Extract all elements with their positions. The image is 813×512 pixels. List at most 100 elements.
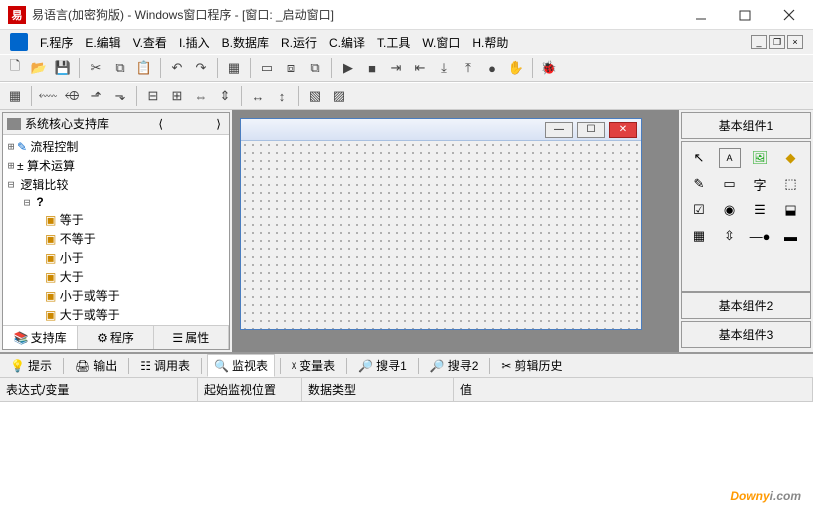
btab-s1[interactable]: 🔎搜寻1 — [352, 355, 413, 376]
toolbox-group-2[interactable]: 基本组件2 — [681, 292, 811, 319]
form-body[interactable] — [241, 141, 641, 329]
step3-icon[interactable]: ⤓ — [433, 57, 455, 79]
bug-icon[interactable]: 🐞 — [538, 57, 560, 79]
center-v-icon[interactable]: ⊞ — [166, 85, 188, 107]
designer-canvas[interactable]: — ☐ ✕ — [232, 110, 679, 352]
spread-h-icon[interactable]: ⇔ — [190, 85, 212, 107]
align-left-icon[interactable]: ⬳ — [37, 85, 59, 107]
listbox-icon[interactable]: ☰ — [749, 200, 771, 220]
menu-run[interactable]: R.运行 — [275, 32, 323, 53]
tree-item-q[interactable]: ⊟ ? — [5, 194, 227, 210]
bp-icon[interactable]: ● — [481, 57, 503, 79]
form-maximize-button[interactable]: ☐ — [577, 122, 605, 138]
col-dtype[interactable]: 数据类型 — [302, 378, 454, 401]
font-icon[interactable]: 字 — [749, 174, 771, 194]
tree-item-gte[interactable]: ▣ 大于或等于 — [5, 305, 227, 324]
slider-icon[interactable]: —● — [749, 226, 771, 246]
menu-insert[interactable]: I.插入 — [173, 32, 216, 53]
tab-program[interactable]: ⚙程序 — [78, 326, 153, 349]
run-icon[interactable]: ▶ — [337, 57, 359, 79]
pointer-icon[interactable]: ↖ — [688, 148, 710, 168]
align-top-icon[interactable]: ⬏ — [85, 85, 107, 107]
align-right-icon[interactable]: ⬲ — [61, 85, 83, 107]
maximize-button[interactable] — [723, 0, 767, 30]
form-minimize-button[interactable]: — — [545, 122, 573, 138]
step2-icon[interactable]: ⇤ — [409, 57, 431, 79]
menu-db[interactable]: B.数据库 — [216, 32, 275, 53]
same-h-icon[interactable]: ↕ — [271, 85, 293, 107]
form-close-button[interactable]: ✕ — [609, 122, 637, 138]
menu-file[interactable]: F.程序 — [34, 32, 79, 53]
btab-s2[interactable]: 🔎搜寻2 — [424, 355, 485, 376]
mdi-restore[interactable]: ❐ — [769, 35, 785, 49]
picture-icon[interactable]: 🖼 — [749, 148, 771, 168]
undo-icon[interactable]: ↶ — [166, 57, 188, 79]
close-button[interactable] — [767, 0, 811, 30]
send-back-icon[interactable]: ▨ — [328, 85, 350, 107]
shape-icon[interactable]: ◆ — [780, 148, 802, 168]
tool-a-icon[interactable]: ▦ — [223, 57, 245, 79]
progress-icon[interactable]: ▬ — [780, 226, 802, 246]
menu-compile[interactable]: C.编译 — [323, 32, 371, 53]
combo-icon[interactable]: ⬓ — [780, 200, 802, 220]
mdi-close[interactable]: × — [787, 35, 803, 49]
tree-item-gt[interactable]: ▣ 大于 — [5, 267, 227, 286]
tree-item-lt[interactable]: ▣ 小于 — [5, 248, 227, 267]
window-c-icon[interactable]: ⧉ — [304, 57, 326, 79]
same-w-icon[interactable]: ↔ — [247, 85, 269, 107]
tree-item-math[interactable]: ⊞± 算术运算 — [5, 156, 227, 175]
radio-icon[interactable]: ◉ — [719, 200, 741, 220]
window-a-icon[interactable]: ▭ — [256, 57, 278, 79]
redo-icon[interactable]: ↷ — [190, 57, 212, 79]
tree-item-logic[interactable]: ⊟ 逻辑比较 — [5, 175, 227, 194]
btab-vars[interactable]: ᵡ变量表 — [286, 355, 341, 376]
frame-icon[interactable]: ⬚ — [780, 174, 802, 194]
stop-icon[interactable]: ■ — [361, 57, 383, 79]
new-icon[interactable]: 🗋 — [4, 57, 26, 79]
tree[interactable]: ⊞✎ 流程控制 ⊞± 算术运算 ⊟ 逻辑比较 ⊟ ? ▣ 等于 ▣ 不等于 ▣ … — [3, 135, 229, 325]
form-window[interactable]: — ☐ ✕ — [240, 118, 642, 330]
center-h-icon[interactable]: ⊟ — [142, 85, 164, 107]
grid-icon[interactable]: ▦ — [688, 226, 710, 246]
col-expr[interactable]: 表达式/变量 — [0, 378, 198, 401]
btab-watch[interactable]: 🔍监视表 — [207, 354, 275, 377]
tree-item-eq[interactable]: ▣ 等于 — [5, 210, 227, 229]
checkbox-icon[interactable]: ☑ — [688, 200, 710, 220]
col-value[interactable]: 值 — [454, 378, 813, 401]
align-bottom-icon[interactable]: ⬎ — [109, 85, 131, 107]
label-icon[interactable]: A — [719, 148, 741, 168]
tab-property[interactable]: ☰属性 — [154, 326, 229, 349]
step4-icon[interactable]: ⤒ — [457, 57, 479, 79]
menu-window[interactable]: W.窗口 — [416, 32, 466, 53]
tree-item-lte[interactable]: ▣ 小于或等于 — [5, 286, 227, 305]
edit-icon[interactable]: ✎ — [688, 174, 710, 194]
tab-library[interactable]: 📚支持库 — [3, 326, 78, 349]
watch-grid-body[interactable] — [0, 402, 813, 512]
save-icon[interactable]: 💾 — [52, 57, 74, 79]
menu-tools[interactable]: T.工具 — [371, 32, 416, 53]
scroll-icon[interactable]: ⇳ — [719, 226, 741, 246]
toolbox-group-3[interactable]: 基本组件3 — [681, 321, 811, 348]
menu-edit[interactable]: E.编辑 — [79, 32, 126, 53]
btab-output[interactable]: 🖨输出 — [69, 355, 123, 376]
col-startpos[interactable]: 起始监视位置 — [198, 378, 302, 401]
btab-clip[interactable]: ✂剪辑历史 — [495, 355, 568, 376]
spread-v-icon[interactable]: ⇕ — [214, 85, 236, 107]
copy-icon[interactable]: ⧉ — [109, 57, 131, 79]
tree-next-button[interactable]: ⟩ — [212, 117, 225, 131]
menu-help[interactable]: H.帮助 — [466, 32, 514, 53]
grid-icon[interactable]: ▦ — [4, 85, 26, 107]
tree-item-flow[interactable]: ⊞✎ 流程控制 — [5, 137, 227, 156]
minimize-button[interactable] — [679, 0, 723, 30]
btab-debug[interactable]: ☷调用表 — [134, 355, 196, 376]
paste-icon[interactable]: 📋 — [133, 57, 155, 79]
panel-icon[interactable]: ▭ — [719, 174, 741, 194]
bring-front-icon[interactable]: ▧ — [304, 85, 326, 107]
tree-item-neq[interactable]: ▣ 不等于 — [5, 229, 227, 248]
open-icon[interactable]: 📂 — [28, 57, 50, 79]
menu-view[interactable]: V.查看 — [127, 32, 173, 53]
btab-hint[interactable]: 💡提示 — [4, 355, 58, 376]
hand-icon[interactable]: ✋ — [505, 57, 527, 79]
step-icon[interactable]: ⇥ — [385, 57, 407, 79]
tree-prev-button[interactable]: ⟨ — [154, 117, 167, 131]
